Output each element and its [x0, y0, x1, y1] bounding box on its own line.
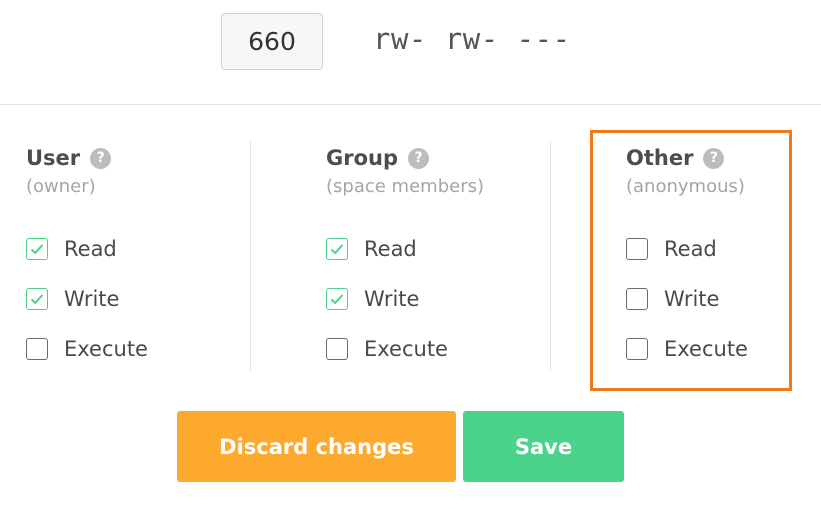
- checkbox-label: Execute: [64, 337, 148, 361]
- column-subtitle: (owner): [26, 176, 96, 197]
- checkmark-icon: [30, 244, 44, 255]
- group-write-checkbox[interactable]: [326, 288, 348, 310]
- group-permissions-column: Group ? (space members): [326, 146, 484, 197]
- column-separator: [250, 141, 251, 371]
- checkbox-label: Read: [364, 237, 417, 261]
- checkmark-icon: [330, 244, 344, 255]
- checkbox-label: Write: [364, 287, 420, 311]
- group-read-option[interactable]: Read: [326, 237, 417, 261]
- column-title: Group ?: [326, 146, 484, 170]
- header-divider: [0, 104, 821, 105]
- checkbox-label: Read: [64, 237, 117, 261]
- save-button[interactable]: Save: [463, 411, 624, 482]
- user-execute-option[interactable]: Execute: [26, 337, 148, 361]
- user-permissions-column: User ? (owner): [26, 146, 112, 197]
- column-title-text: Group: [326, 146, 399, 170]
- checkmark-icon: [30, 294, 44, 305]
- column-subtitle: (space members): [326, 176, 484, 197]
- group-execute-option[interactable]: Execute: [326, 337, 448, 361]
- user-read-checkbox[interactable]: [26, 238, 48, 260]
- symbolic-permissions: rw- rw- ---: [373, 22, 571, 56]
- user-write-checkbox[interactable]: [26, 288, 48, 310]
- user-write-option[interactable]: Write: [26, 287, 119, 311]
- column-separator: [550, 141, 551, 371]
- column-title: User ?: [26, 146, 112, 170]
- group-write-option[interactable]: Write: [326, 287, 419, 311]
- column-title-text: User: [26, 146, 81, 170]
- discard-changes-button[interactable]: Discard changes: [177, 411, 456, 482]
- checkbox-label: Write: [64, 287, 120, 311]
- user-execute-checkbox[interactable]: [26, 338, 48, 360]
- help-icon[interactable]: ?: [90, 147, 112, 169]
- checkbox-label: Execute: [364, 337, 448, 361]
- octal-value: 660: [248, 27, 296, 56]
- checkmark-icon: [330, 294, 344, 305]
- other-column-highlight: [590, 130, 792, 391]
- group-execute-checkbox[interactable]: [326, 338, 348, 360]
- user-read-option[interactable]: Read: [26, 237, 117, 261]
- help-icon[interactable]: ?: [408, 147, 430, 169]
- group-read-checkbox[interactable]: [326, 238, 348, 260]
- octal-permission-input[interactable]: 660: [221, 13, 323, 70]
